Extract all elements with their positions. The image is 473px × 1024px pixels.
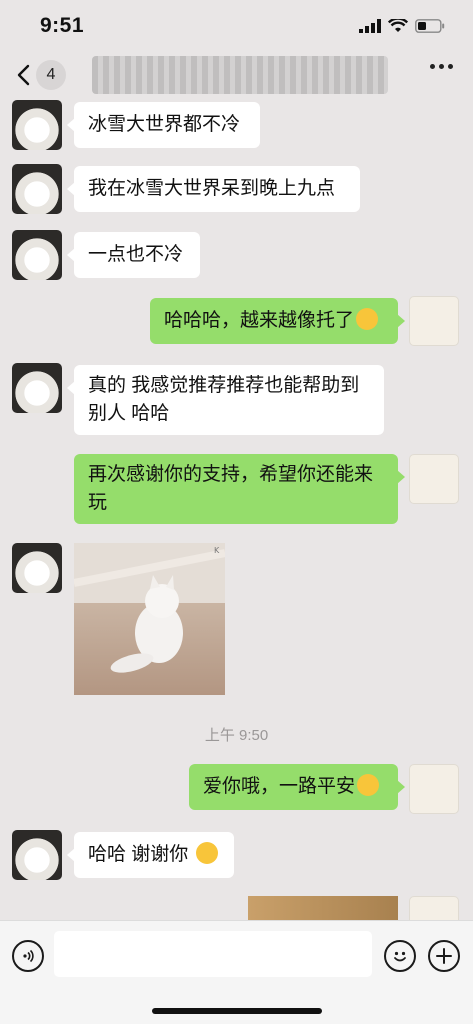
message-bubble-outgoing[interactable]: 爱你哦，一路平安 <box>189 764 405 810</box>
cat-photo[interactable]: K <box>74 543 225 695</box>
message-bubble-incoming[interactable]: 哈哈 谢谢你 <box>67 832 234 878</box>
svg-text:K: K <box>214 546 220 555</box>
message-text: 哈哈哈，越来越像托了 <box>164 310 355 331</box>
message-text: 爱你哦，一路平安 <box>203 776 356 797</box>
cat-image: K <box>74 543 225 673</box>
chat-title-redacted <box>92 56 388 94</box>
message-bubble-incoming[interactable]: 真的 我感觉推荐推荐也能帮助到别人 哈哈 <box>67 365 384 435</box>
my-avatar[interactable] <box>409 764 459 814</box>
message-bubble-outgoing[interactable]: 哈哈哈，越来越像托了 <box>150 298 405 344</box>
voice-icon <box>23 949 34 963</box>
message-text: 再次感谢你的支持，希望你还能来玩 <box>88 464 374 513</box>
message-bubble-outgoing[interactable]: 再次感谢你的支持，希望你还能来玩 <box>74 454 405 524</box>
dot <box>439 64 444 69</box>
chevron-left-icon <box>17 64 30 86</box>
home-indicator[interactable] <box>152 1008 322 1014</box>
contact-avatar[interactable] <box>12 830 62 880</box>
message-text: 哈哈 谢谢你 <box>88 844 189 865</box>
wifi-icon <box>388 19 408 32</box>
message-bubble-incoming[interactable]: 冰雪大世界都不冷 <box>67 102 260 148</box>
plus-icon <box>436 948 452 964</box>
contact-avatar[interactable] <box>12 363 62 413</box>
message-timestamp: 上午 9:50 <box>204 727 269 744</box>
chat-area[interactable]: 冰雪大世界都不冷 我在冰雪大世界呆到晚上九点 一点也不冷 哈哈哈，越来越像托了 … <box>0 100 473 920</box>
dot <box>448 64 453 69</box>
my-avatar[interactable] <box>409 296 459 346</box>
wink-emoji-icon <box>357 774 380 796</box>
contact-avatar[interactable] <box>12 100 62 150</box>
contact-avatar[interactable] <box>12 164 62 214</box>
battery-icon <box>415 19 445 33</box>
emoji-icon <box>394 951 406 962</box>
message-bubble-incoming[interactable]: 我在冰雪大世界呆到晚上九点 <box>67 166 360 212</box>
dot <box>430 64 435 69</box>
emoji-button[interactable] <box>384 940 416 972</box>
message-text: 一点也不冷 <box>88 244 184 265</box>
status-bar: 9:51 <box>0 0 473 52</box>
plus-button[interactable] <box>428 940 460 972</box>
status-icons <box>359 19 445 33</box>
contact-avatar[interactable] <box>12 230 62 280</box>
unread-count-badge: 4 <box>36 60 66 90</box>
message-text: 我在冰雪大世界呆到晚上九点 <box>88 178 336 199</box>
message-input[interactable] <box>54 931 372 977</box>
voice-button[interactable] <box>12 940 44 972</box>
blush-emoji-icon <box>196 842 219 864</box>
my-avatar[interactable] <box>409 454 459 504</box>
message-text: 真的 我感觉推荐推荐也能帮助到别人 哈哈 <box>88 375 360 424</box>
photo-message-partial[interactable] <box>248 896 398 920</box>
signal-icon <box>359 19 381 33</box>
back-button[interactable]: 4 <box>16 60 66 90</box>
chat-header: 4 <box>0 52 473 100</box>
more-dots-icon[interactable] <box>430 64 453 69</box>
message-text: 冰雪大世界都不冷 <box>88 114 241 135</box>
message-bubble-incoming[interactable]: 一点也不冷 <box>67 232 200 278</box>
contact-avatar[interactable] <box>12 543 62 593</box>
my-avatar[interactable] <box>409 896 459 920</box>
status-time: 9:51 <box>40 14 85 37</box>
grin-emoji-icon <box>356 308 379 330</box>
